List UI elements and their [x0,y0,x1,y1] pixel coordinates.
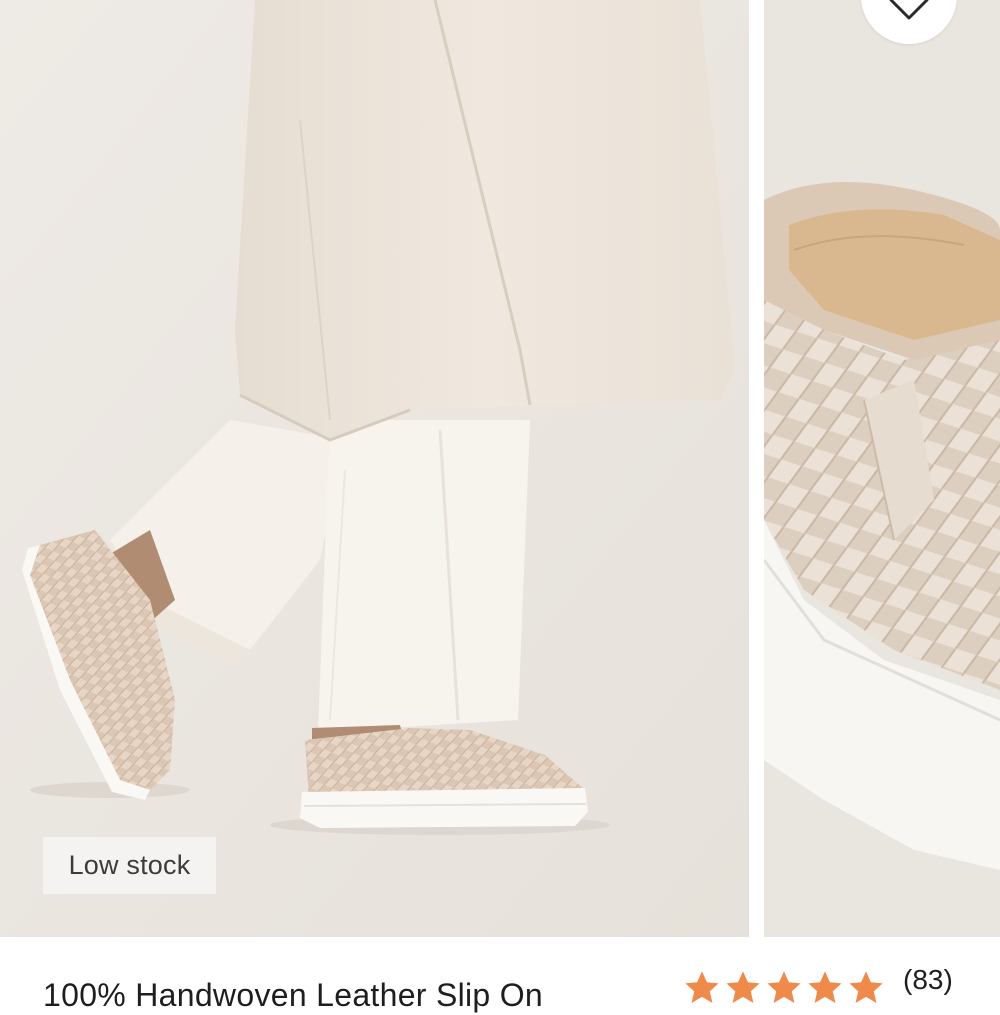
rating[interactable]: (83) [683,964,953,1007]
product-title[interactable]: 100% Handwoven Leather Slip On [43,975,543,1015]
review-count[interactable]: (83) [903,964,953,996]
image-carousel[interactable]: Low stock [0,0,1000,937]
product-image-next[interactable] [764,0,1000,937]
product-image-main[interactable]: Low stock [0,0,749,937]
star-rating [683,969,885,1007]
star-icon [685,971,719,1004]
star-icon [726,971,760,1004]
heart-icon [889,0,929,20]
star-icon [849,971,883,1004]
star-icon [808,971,842,1004]
low-stock-badge: Low stock [43,837,216,894]
shoe-detail-photo [764,0,1000,937]
model-photo [0,0,749,937]
product-info: 100% Handwoven Leather Slip On (83) [0,937,1000,1013]
star-icon [767,971,801,1004]
